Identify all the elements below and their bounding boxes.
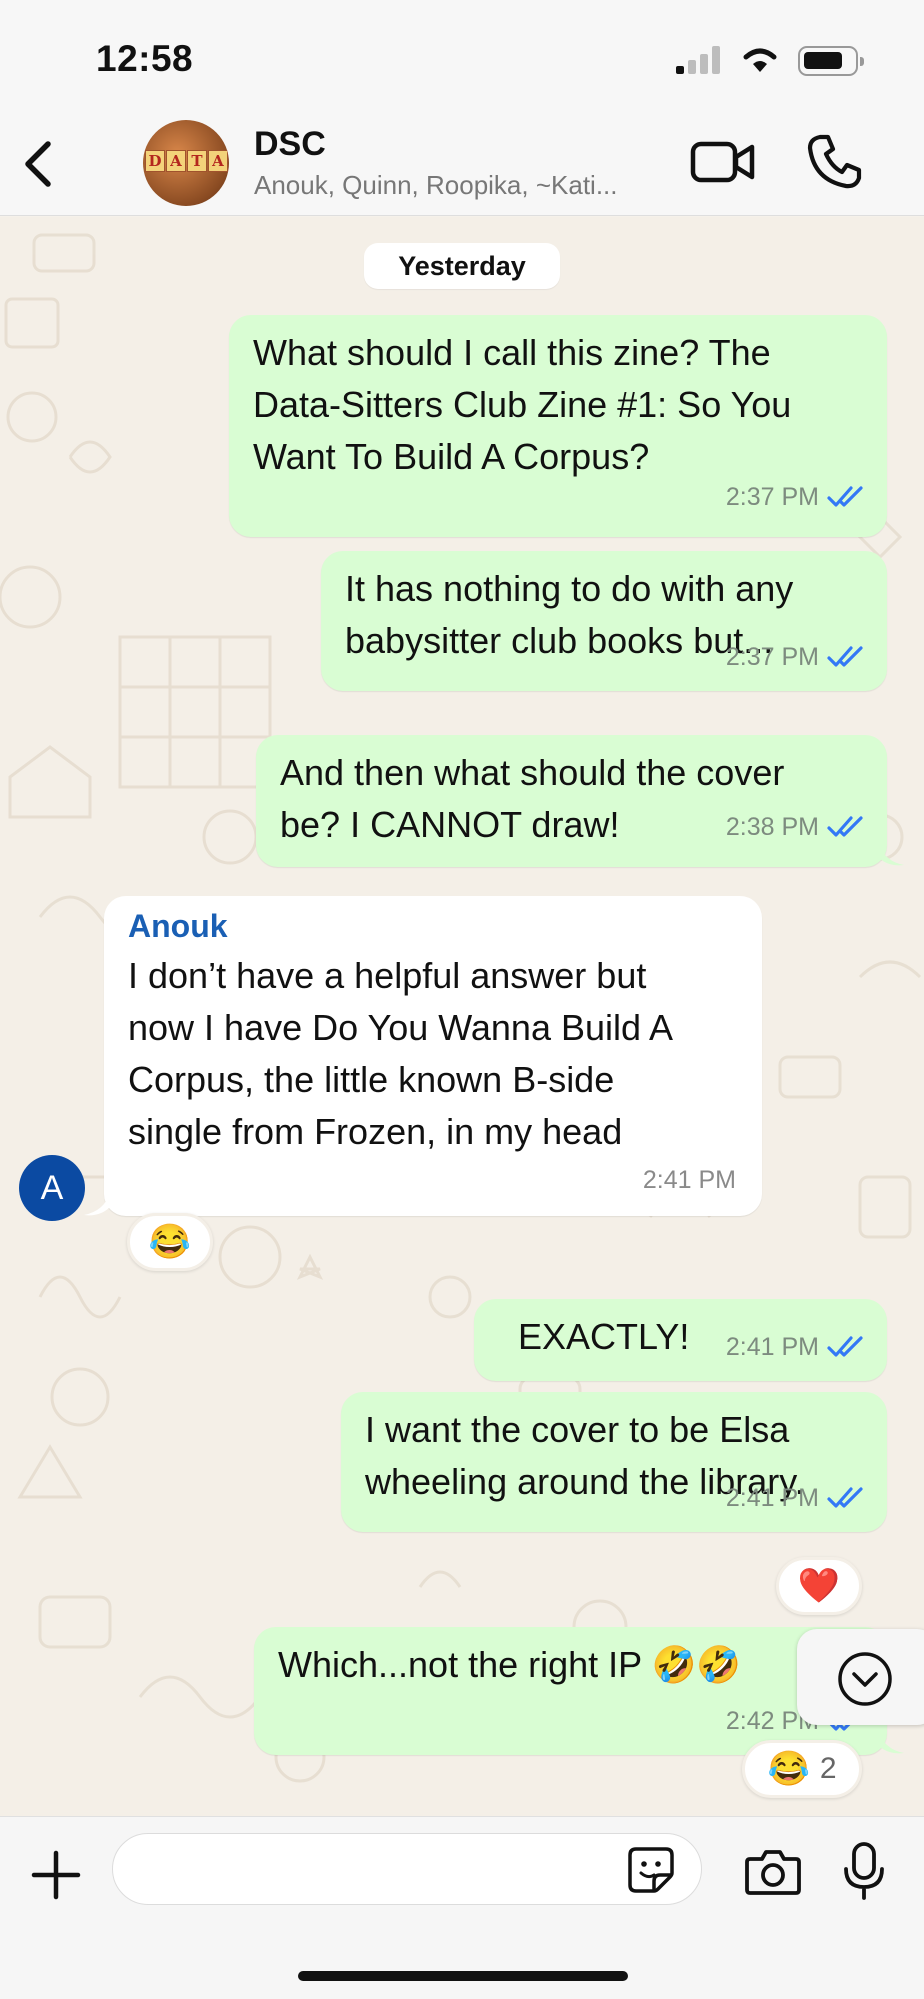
video-camera-icon[interactable] (690, 138, 756, 186)
message-meta: 2:37 PM (726, 631, 865, 683)
message-time: 2:41 PM (725, 1333, 819, 1361)
message-text-line: single from Frozen, in my head (128, 1111, 623, 1152)
message-time: 2:41 PM (725, 1484, 819, 1512)
bubble-tail (84, 1193, 110, 1216)
message-time: 2:41 PM (642, 1166, 736, 1194)
date-separator: Yesterday (364, 243, 560, 289)
reaction-emoji: 😂 (767, 1750, 810, 1788)
message-text-line: now I have Do You Wanna Build A (128, 1007, 674, 1048)
message-reaction[interactable]: 😂 2 (742, 1740, 862, 1798)
message-input[interactable] (112, 1833, 702, 1905)
chevron-down-circle-icon (838, 1652, 892, 1706)
chevron-left-icon[interactable] (14, 136, 64, 192)
message-text-line: Which...not the right IP 🤣🤣 (278, 1644, 742, 1685)
outgoing-message[interactable]: And then what should the cover be? I CAN… (256, 735, 887, 867)
bubble-tail (878, 1731, 904, 1754)
avatar-tile: T (187, 150, 207, 172)
double-check-icon (827, 646, 863, 667)
message-meta: 2:41 PM (643, 1154, 736, 1206)
message-meta: 2:41 PM (726, 1321, 865, 1373)
outgoing-message[interactable]: I want the cover to be Elsa wheeling aro… (341, 1392, 887, 1532)
message-time: 2:37 PM (725, 483, 819, 511)
outgoing-message[interactable]: What should I call this zine? The Data-S… (229, 315, 887, 537)
reaction-emoji: 😂 (148, 1223, 192, 1261)
bubble-tail (878, 843, 904, 866)
message-reaction[interactable]: ❤️ (776, 1557, 862, 1615)
group-name[interactable]: DSC (254, 125, 326, 164)
reaction-count: 2 (819, 1752, 837, 1785)
message-text-line: And then what should the cover (280, 752, 785, 793)
phone-icon[interactable] (806, 132, 862, 190)
incoming-message[interactable]: Anouk I don’t have a helpful answer but … (104, 896, 762, 1216)
double-check-icon (827, 1487, 863, 1508)
double-check-icon (827, 486, 863, 507)
top-bar: 12:58 D A T A DSC Anouk, Quinn, Roopika,… (0, 0, 924, 216)
outgoing-message[interactable]: Which...not the right IP 🤣🤣 2:42 PM (254, 1627, 887, 1755)
message-text-line: What should I call this zine? The (253, 332, 771, 373)
message-text-line: I want the cover to be Elsa (365, 1409, 790, 1450)
message-meta: 2:37 PM (726, 471, 865, 523)
message-meta: 2:38 PM (726, 801, 865, 853)
scroll-to-bottom-button[interactable] (797, 1629, 924, 1725)
sender-avatar[interactable]: A (19, 1155, 85, 1221)
plus-icon[interactable] (30, 1849, 82, 1901)
camera-icon[interactable] (744, 1847, 802, 1897)
reaction-emoji: ❤️ (797, 1567, 841, 1605)
message-meta: 2:41 PM (726, 1472, 865, 1524)
message-text-line: Corpus, the little known B-side (128, 1059, 615, 1100)
avatar-tile: D (145, 150, 165, 172)
status-time: 12:58 (96, 38, 194, 79)
double-check-icon (827, 816, 863, 837)
message-reaction[interactable]: 😂 (127, 1213, 213, 1271)
message-text-line: I don’t have a helpful answer but (128, 955, 647, 996)
avatar-tile: A (208, 150, 228, 172)
battery-icon (798, 46, 864, 76)
message-time: 2:38 PM (725, 813, 819, 841)
sender-name[interactable]: Anouk (128, 906, 738, 946)
message-text-line: Data-Sitters Club Zine #1: So You (253, 384, 792, 425)
double-check-icon (827, 1336, 863, 1357)
message-composer (0, 1816, 924, 1999)
group-members[interactable]: Anouk, Quinn, Roopika, ~Kati... (254, 170, 618, 201)
sticker-icon[interactable] (626, 1845, 676, 1895)
message-time: 2:37 PM (725, 643, 819, 671)
wifi-icon (743, 48, 777, 72)
outgoing-message[interactable]: It has nothing to do with any babysitter… (321, 551, 887, 691)
avatar-tile: A (166, 150, 186, 172)
message-text-line: It has nothing to do with any (345, 568, 794, 609)
microphone-icon[interactable] (842, 1841, 886, 1901)
group-avatar[interactable]: D A T A (143, 120, 229, 206)
home-indicator (298, 1971, 628, 1981)
outgoing-message[interactable]: EXACTLY! 2:41 PM (474, 1299, 887, 1381)
chat-area[interactable]: Yesterday What should I call this zine? … (0, 217, 924, 1816)
cellular-signal-icon (676, 46, 722, 74)
